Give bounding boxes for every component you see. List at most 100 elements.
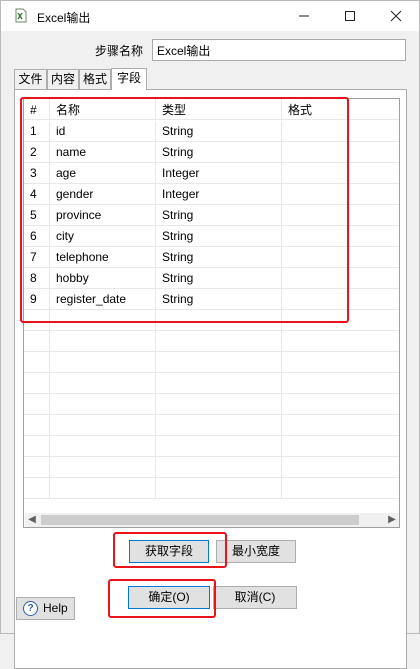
cell-index[interactable]: [24, 436, 50, 457]
cancel-button[interactable]: 取消(C): [213, 586, 297, 609]
cell-type[interactable]: Integer: [156, 163, 282, 184]
cell-format[interactable]: [282, 205, 399, 226]
scrollbar-thumb[interactable]: [41, 515, 359, 525]
cell-type[interactable]: Integer: [156, 184, 282, 205]
cell-format[interactable]: [282, 457, 399, 478]
help-button[interactable]: ? Help: [16, 597, 75, 620]
table-row[interactable]: 6 city String: [24, 226, 399, 247]
cell-index[interactable]: 3: [24, 163, 50, 184]
min-width-button[interactable]: 最小宽度: [216, 540, 296, 563]
cell-format[interactable]: [282, 394, 399, 415]
cell-format[interactable]: [282, 436, 399, 457]
cell-index[interactable]: 6: [24, 226, 50, 247]
cell-type[interactable]: String: [156, 205, 282, 226]
cell-index[interactable]: 9: [24, 289, 50, 310]
cell-format[interactable]: [282, 415, 399, 436]
cell-type[interactable]: [156, 457, 282, 478]
table-row[interactable]: [24, 415, 399, 436]
cell-format[interactable]: [282, 226, 399, 247]
table-row[interactable]: [24, 310, 399, 331]
table-row[interactable]: 2 name String: [24, 142, 399, 163]
column-header-type[interactable]: 类型: [156, 99, 282, 120]
cell-name[interactable]: name: [50, 142, 156, 163]
cell-index[interactable]: [24, 478, 50, 499]
cell-name[interactable]: hobby: [50, 268, 156, 289]
table-row[interactable]: 3 age Integer: [24, 163, 399, 184]
minimize-button[interactable]: [281, 1, 327, 31]
cell-format[interactable]: [282, 352, 399, 373]
cell-name[interactable]: [50, 373, 156, 394]
cell-name[interactable]: province: [50, 205, 156, 226]
table-row[interactable]: 8 hobby String: [24, 268, 399, 289]
cell-index[interactable]: [24, 331, 50, 352]
cell-format[interactable]: [282, 121, 399, 142]
cell-type[interactable]: String: [156, 142, 282, 163]
cell-name[interactable]: register_date: [50, 289, 156, 310]
cell-type[interactable]: String: [156, 247, 282, 268]
cell-type[interactable]: String: [156, 268, 282, 289]
table-row[interactable]: [24, 331, 399, 352]
table-row[interactable]: 1 id String: [24, 121, 399, 142]
cell-type[interactable]: [156, 415, 282, 436]
cell-type[interactable]: String: [156, 226, 282, 247]
cell-type[interactable]: [156, 394, 282, 415]
cell-index[interactable]: 2: [24, 142, 50, 163]
cell-format[interactable]: [282, 331, 399, 352]
cell-format[interactable]: [282, 247, 399, 268]
table-row[interactable]: 7 telephone String: [24, 247, 399, 268]
table-row[interactable]: 9 register_date String: [24, 289, 399, 310]
cell-format[interactable]: [282, 310, 399, 331]
cell-format[interactable]: [282, 184, 399, 205]
column-header-format[interactable]: 格式: [282, 99, 399, 120]
table-row[interactable]: [24, 394, 399, 415]
cell-type[interactable]: [156, 478, 282, 499]
cell-name[interactable]: gender: [50, 184, 156, 205]
table-row[interactable]: [24, 352, 399, 373]
cell-name[interactable]: age: [50, 163, 156, 184]
cell-name[interactable]: [50, 457, 156, 478]
column-header-index[interactable]: #: [24, 99, 50, 120]
cell-index[interactable]: 4: [24, 184, 50, 205]
cell-format[interactable]: [282, 373, 399, 394]
close-button[interactable]: [373, 1, 419, 31]
cell-type[interactable]: [156, 373, 282, 394]
cell-name[interactable]: [50, 331, 156, 352]
cell-name[interactable]: [50, 310, 156, 331]
cell-name[interactable]: city: [50, 226, 156, 247]
cell-name[interactable]: [50, 436, 156, 457]
step-name-input[interactable]: [152, 39, 406, 61]
ok-button[interactable]: 确定(O): [128, 586, 210, 609]
cell-index[interactable]: [24, 415, 50, 436]
tab-content[interactable]: 内容: [47, 69, 79, 89]
cell-index[interactable]: [24, 394, 50, 415]
cell-index[interactable]: [24, 457, 50, 478]
cell-format[interactable]: [282, 289, 399, 310]
cell-index[interactable]: [24, 310, 50, 331]
cell-index[interactable]: [24, 373, 50, 394]
cell-format[interactable]: [282, 163, 399, 184]
cell-format[interactable]: [282, 268, 399, 289]
cell-type[interactable]: [156, 331, 282, 352]
table-row[interactable]: [24, 436, 399, 457]
scroll-left-icon[interactable]: ◀: [25, 513, 39, 527]
table-row[interactable]: 5 province String: [24, 205, 399, 226]
cell-index[interactable]: 7: [24, 247, 50, 268]
cell-index[interactable]: 8: [24, 268, 50, 289]
table-row[interactable]: 4 gender Integer: [24, 184, 399, 205]
cell-index[interactable]: 5: [24, 205, 50, 226]
scroll-right-icon[interactable]: ▶: [385, 513, 399, 527]
tab-file[interactable]: 文件: [14, 69, 47, 89]
maximize-button[interactable]: [327, 1, 373, 31]
cell-type[interactable]: [156, 310, 282, 331]
horizontal-scrollbar[interactable]: ◀ ▶: [25, 513, 399, 527]
tab-format[interactable]: 格式: [79, 69, 111, 89]
cell-format[interactable]: [282, 478, 399, 499]
title-bar[interactable]: Excel输出: [1, 1, 419, 31]
cell-type[interactable]: [156, 352, 282, 373]
column-header-name[interactable]: 名称: [50, 99, 156, 120]
cell-type[interactable]: String: [156, 121, 282, 142]
tab-fields[interactable]: 字段: [111, 68, 147, 90]
cell-name[interactable]: [50, 394, 156, 415]
cell-name[interactable]: telephone: [50, 247, 156, 268]
cell-name[interactable]: [50, 415, 156, 436]
